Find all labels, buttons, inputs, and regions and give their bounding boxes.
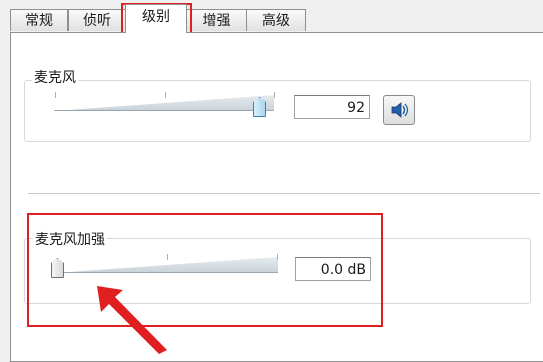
microphone-level-field[interactable]: 92 (294, 95, 370, 119)
microphone-slider-baseline (54, 110, 274, 111)
boost-level-field[interactable]: 0.0 dB (295, 257, 371, 281)
microphone-boost-label: 麦克风加强 (33, 229, 107, 249)
microphone-tick (55, 92, 56, 98)
tab-listen-label: 侦听 (83, 13, 111, 29)
boost-level-value: 0.0 dB (320, 262, 366, 278)
tab-levels-label: 级别 (142, 9, 170, 25)
speaker-icon (391, 102, 409, 118)
section-divider (28, 193, 540, 194)
tab-general-label: 常规 (25, 13, 53, 29)
boost-tick (277, 254, 278, 260)
tab-advanced[interactable]: 高级 (246, 9, 306, 31)
tab-general[interactable]: 常规 (10, 9, 68, 31)
tab-advanced-label: 高级 (262, 13, 290, 29)
tab-enhancements[interactable]: 增强 (186, 9, 247, 31)
mute-button[interactable] (383, 95, 415, 125)
tab-strip: 常规 侦听 级别 增强 高级 (0, 0, 543, 33)
boost-tick (167, 254, 168, 260)
microphone-group (24, 80, 531, 142)
microphone-tick (274, 92, 275, 98)
microphone-level-value: 92 (347, 100, 365, 116)
boost-slider-baseline (55, 272, 278, 273)
tab-enhancements-label: 增强 (202, 13, 231, 29)
microphone-group-label: 麦克风 (32, 67, 78, 87)
tab-levels[interactable]: 级别 (125, 4, 187, 33)
microphone-tick (165, 92, 166, 98)
tab-listen[interactable]: 侦听 (68, 9, 126, 31)
